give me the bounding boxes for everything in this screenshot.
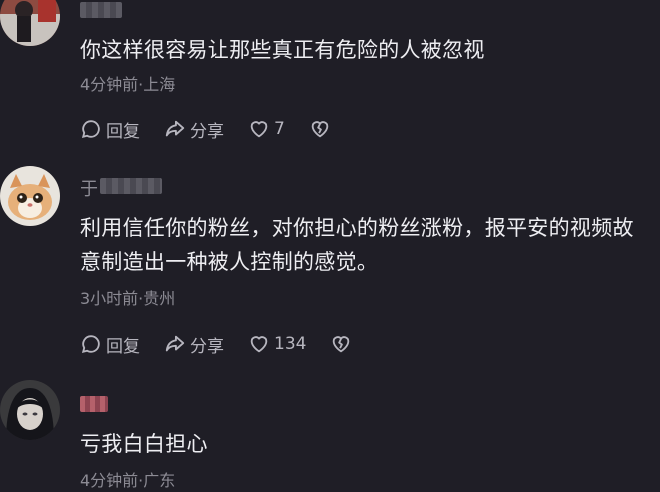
like-button[interactable]: 7 bbox=[248, 118, 285, 140]
username-redacted[interactable] bbox=[80, 2, 122, 18]
reply-button[interactable]: 回复 bbox=[80, 332, 140, 357]
share-label: 分享 bbox=[190, 336, 224, 357]
username-initial[interactable]: 于 bbox=[80, 175, 98, 201]
reply-button[interactable]: 回复 bbox=[80, 117, 140, 142]
broken-heart-icon bbox=[333, 336, 350, 353]
comment-meta: 3小时前·贵州 bbox=[80, 289, 176, 308]
share-label: 分享 bbox=[190, 121, 224, 142]
avatar[interactable] bbox=[0, 0, 60, 46]
share-button[interactable]: 分享 bbox=[164, 332, 224, 357]
like-button[interactable]: 134 bbox=[248, 333, 306, 355]
comment-text: 亏我白白担心 bbox=[80, 432, 208, 456]
comment-bubble-icon bbox=[81, 335, 100, 354]
reply-label: 回复 bbox=[106, 336, 140, 357]
share-arrow-icon bbox=[165, 335, 185, 352]
comment-meta: 4分钟前·上海 bbox=[80, 75, 176, 94]
username-redacted[interactable] bbox=[80, 396, 108, 412]
comment-actions: 回复 分享 7 bbox=[80, 117, 359, 142]
broken-heart-icon bbox=[311, 121, 329, 138]
comment-text: 你这样很容易让那些真正有危险的人被忽视 bbox=[80, 38, 485, 62]
avatar[interactable] bbox=[0, 380, 60, 440]
heart-icon bbox=[250, 336, 268, 353]
comment-bubble-icon bbox=[81, 120, 100, 139]
dislike-button[interactable] bbox=[330, 333, 356, 355]
dislike-button[interactable] bbox=[309, 118, 335, 140]
comment-meta: 4分钟前·广东 bbox=[80, 471, 176, 490]
avatar[interactable] bbox=[0, 166, 60, 226]
share-button[interactable]: 分享 bbox=[164, 117, 224, 142]
share-arrow-icon bbox=[165, 120, 185, 137]
heart-icon bbox=[250, 121, 268, 138]
like-count: 7 bbox=[274, 119, 285, 139]
reply-label: 回复 bbox=[106, 121, 140, 142]
comment-actions: 回复 分享 134 bbox=[80, 332, 380, 357]
like-count: 134 bbox=[274, 334, 307, 354]
username-redacted[interactable] bbox=[100, 178, 162, 194]
comment-text: 利用信任你的粉丝，对你担心的粉丝涨粉，报平安的视频故意制造出一种被人控制的感觉。 bbox=[80, 216, 634, 274]
